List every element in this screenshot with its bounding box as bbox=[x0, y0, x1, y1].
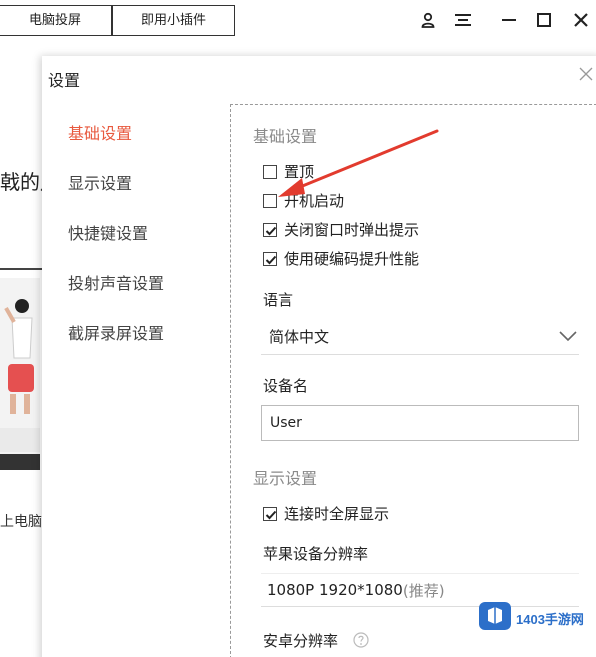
chevron-down-icon bbox=[559, 328, 577, 346]
background-caption: 上电脑 bbox=[0, 514, 42, 530]
divider bbox=[0, 268, 42, 270]
watermark-text: 1403手游网 bbox=[516, 611, 584, 627]
language-label: 语言 bbox=[263, 291, 294, 309]
app-titlebar: 电脑投屏 即用小插件 bbox=[0, 0, 596, 40]
close-icon[interactable] bbox=[569, 8, 593, 32]
nav-item-capture[interactable]: 截屏录屏设置 bbox=[68, 320, 164, 344]
apple-resolution-value: 1080P 1920*1080 bbox=[267, 581, 403, 599]
option-hardware-encoding[interactable]: 使用硬编码提升性能 bbox=[263, 248, 419, 269]
device-name-label: 设备名 bbox=[263, 377, 309, 395]
nav-item-basic[interactable]: 基础设置 bbox=[68, 120, 132, 144]
option-fullscreen-on-connect[interactable]: 连接时全屏显示 bbox=[263, 503, 389, 524]
tab-screen-cast[interactable]: 电脑投屏 bbox=[0, 5, 112, 36]
apple-resolution-label: 苹果设备分辨率 bbox=[263, 545, 369, 563]
option-always-on-top[interactable]: 置顶 bbox=[263, 161, 314, 182]
option-label: 使用硬编码提升性能 bbox=[284, 250, 420, 268]
recommended-hint: (推荐) bbox=[402, 581, 445, 600]
tab-plugins[interactable]: 即用小插件 bbox=[112, 5, 235, 36]
nav-item-display[interactable]: 显示设置 bbox=[68, 170, 132, 194]
android-resolution-label: 安卓分辨率 bbox=[263, 630, 369, 651]
settings-dialog: 设置 基础设置 显示设置 快捷键设置 投射声音设置 截屏录屏设置 基础设置 置顶… bbox=[42, 56, 596, 657]
device-name-input[interactable]: User bbox=[261, 405, 579, 441]
settings-panel: 基础设置 置顶 开机启动 关闭窗口时弹出提示 使用硬编码提升性能 语言 简体中文 bbox=[230, 104, 596, 657]
section-title-display: 显示设置 bbox=[253, 469, 318, 488]
promo-illustration bbox=[0, 278, 40, 470]
watermark-logo-icon bbox=[478, 599, 512, 637]
maximize-icon[interactable] bbox=[532, 8, 556, 32]
user-icon[interactable] bbox=[416, 8, 440, 32]
checkbox[interactable] bbox=[263, 164, 277, 179]
checkbox[interactable] bbox=[263, 193, 277, 208]
help-icon[interactable] bbox=[353, 632, 369, 648]
android-resolution-text: 安卓分辨率 bbox=[263, 632, 339, 650]
menu-icon[interactable] bbox=[451, 8, 475, 32]
language-select[interactable]: 简体中文 bbox=[261, 319, 579, 355]
language-value: 简体中文 bbox=[269, 328, 330, 346]
nav-item-shortcuts[interactable]: 快捷键设置 bbox=[68, 220, 148, 244]
option-label: 关闭窗口时弹出提示 bbox=[284, 221, 420, 239]
option-label: 开机启动 bbox=[284, 192, 345, 210]
dialog-title: 设置 bbox=[48, 71, 81, 90]
option-launch-at-startup[interactable]: 开机启动 bbox=[263, 190, 344, 211]
device-name-value: User bbox=[270, 415, 302, 431]
option-label: 置顶 bbox=[284, 163, 315, 181]
checkbox-checked[interactable] bbox=[263, 506, 277, 521]
option-label: 连接时全屏显示 bbox=[284, 505, 390, 523]
nav-item-audio[interactable]: 投射声音设置 bbox=[68, 270, 164, 294]
minimize-icon[interactable] bbox=[497, 8, 521, 32]
section-title-basic: 基础设置 bbox=[253, 127, 318, 146]
checkbox-checked[interactable] bbox=[263, 222, 277, 237]
checkbox-checked[interactable] bbox=[263, 251, 277, 266]
site-watermark: 1403手游网 bbox=[478, 600, 590, 636]
option-close-prompt[interactable]: 关闭窗口时弹出提示 bbox=[263, 219, 419, 240]
dialog-close-icon[interactable] bbox=[578, 66, 596, 86]
